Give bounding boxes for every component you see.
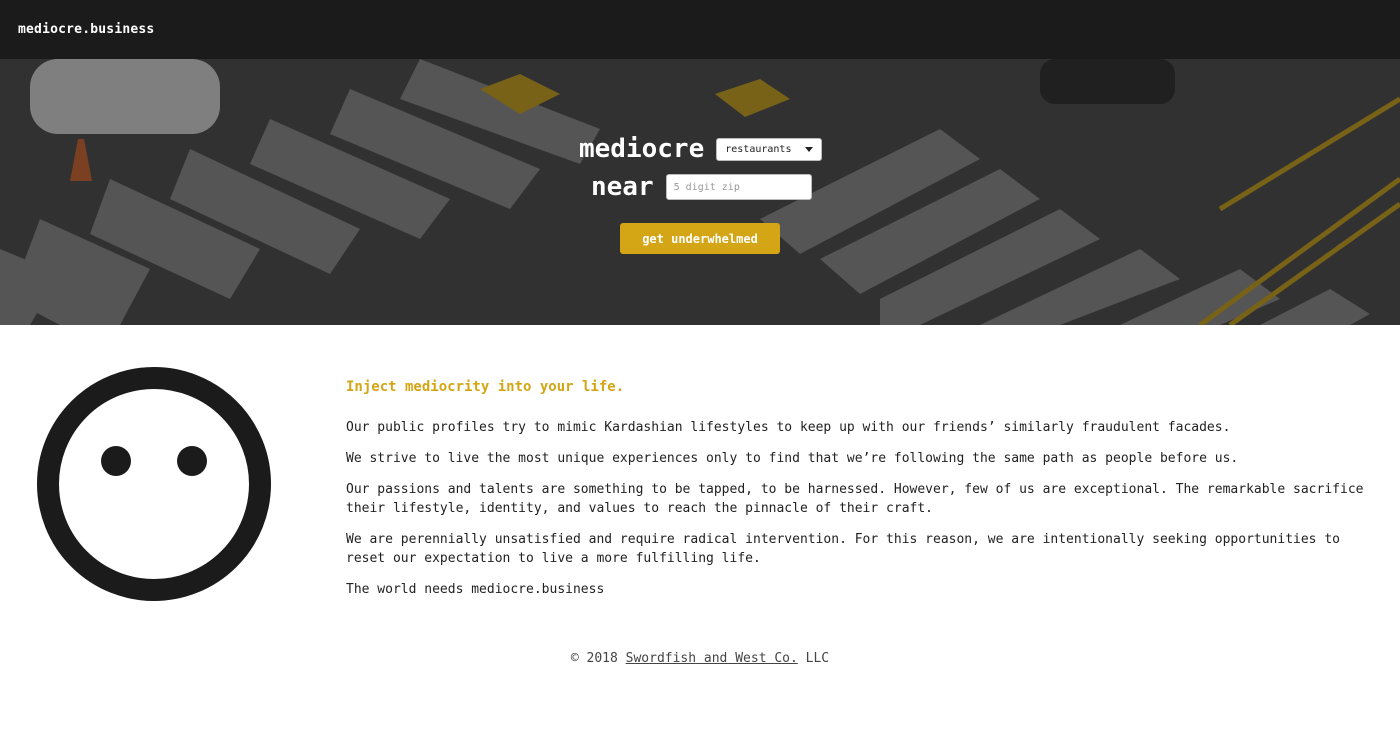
- manifesto-paragraph: The world needs mediocre.business: [346, 582, 605, 597]
- brand-link[interactable]: mediocre.business: [18, 22, 154, 37]
- category-select-value: restaurants: [725, 143, 792, 155]
- zip-input[interactable]: [665, 174, 812, 200]
- footer: © 2018 Swordfish and West Co. LLC: [0, 651, 1400, 666]
- caret-down-icon: [805, 146, 814, 152]
- top-navbar: mediocre.business: [0, 0, 1400, 59]
- manifesto-paragraph: Our passions and talents are something t…: [346, 482, 1364, 516]
- get-underwhelmed-button[interactable]: get underwhelmed: [620, 223, 780, 254]
- manifesto-headline: Inject mediocrity into your life.: [346, 379, 625, 395]
- manifesto-section: Inject mediocrity into your life. Our pu…: [346, 378, 1366, 611]
- hero-word-mediocre: mediocre: [579, 134, 705, 164]
- footer-suffix: LLC: [805, 651, 830, 666]
- manifesto-paragraph: Our public profiles try to mimic Kardash…: [346, 420, 1231, 435]
- search-row-category: mediocre restaurants: [579, 134, 823, 164]
- footer-copyright: © 2018: [570, 651, 618, 666]
- search-row-location: near: [591, 172, 812, 202]
- footer-company-link[interactable]: Swordfish and West Co.: [626, 651, 798, 666]
- category-select[interactable]: restaurants: [716, 137, 823, 161]
- hero-word-near: near: [591, 172, 654, 202]
- manifesto-paragraph: We are perennially unsatisfied and requi…: [346, 532, 1340, 566]
- neutral-face-icon: [37, 367, 271, 601]
- manifesto-paragraph: We strive to live the most unique experi…: [346, 451, 1239, 466]
